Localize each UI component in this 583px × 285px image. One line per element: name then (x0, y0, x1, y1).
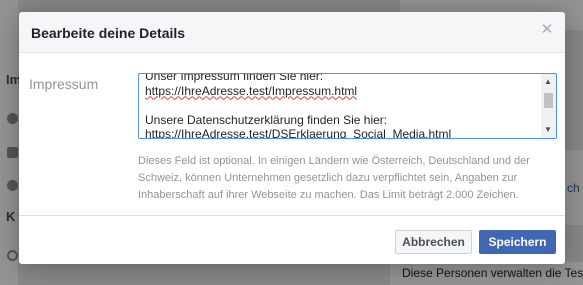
help-text: Dieses Feld ist optional. In einigen Län… (138, 155, 530, 201)
textarea-line: Unsere Datenschutzerklärung finden Sie h… (145, 112, 388, 127)
scroll-down-icon[interactable]: ▼ (544, 126, 552, 134)
textarea-scrollbar[interactable]: ▲ ▼ (541, 74, 556, 138)
impressum-textarea[interactable]: Unser Impressum finden Sie hier: https://… (138, 73, 557, 139)
textarea-line-text: https://IhreAdresse.test/Impressum.html (145, 83, 358, 98)
textarea-line (145, 98, 540, 113)
edit-details-dialog: Bearbeite deine Details ✕ Impressum Unse… (19, 12, 565, 264)
save-button[interactable]: Speichern (479, 230, 556, 254)
impressum-label: Impressum (29, 76, 99, 92)
close-icon[interactable]: ✕ (539, 22, 555, 38)
scroll-up-icon[interactable]: ▲ (544, 78, 552, 86)
textarea-line: https://IhreAdresse.test/DSErklaerung_So… (145, 127, 452, 139)
dialog-footer: Abbrechen Speichern (19, 215, 565, 264)
cancel-button[interactable]: Abbrechen (395, 230, 472, 254)
scroll-thumb[interactable] (544, 93, 553, 108)
textarea-line: https://IhreAdresse.test/Impressum.html (145, 84, 540, 99)
dialog-header: Bearbeite deine Details ✕ (19, 12, 565, 53)
textarea-line: Unser Impressum finden Sie hier: (145, 73, 324, 83)
textarea-content[interactable]: Unser Impressum finden Sie hier: https://… (145, 73, 540, 139)
dialog-title: Bearbeite deine Details (31, 25, 186, 41)
